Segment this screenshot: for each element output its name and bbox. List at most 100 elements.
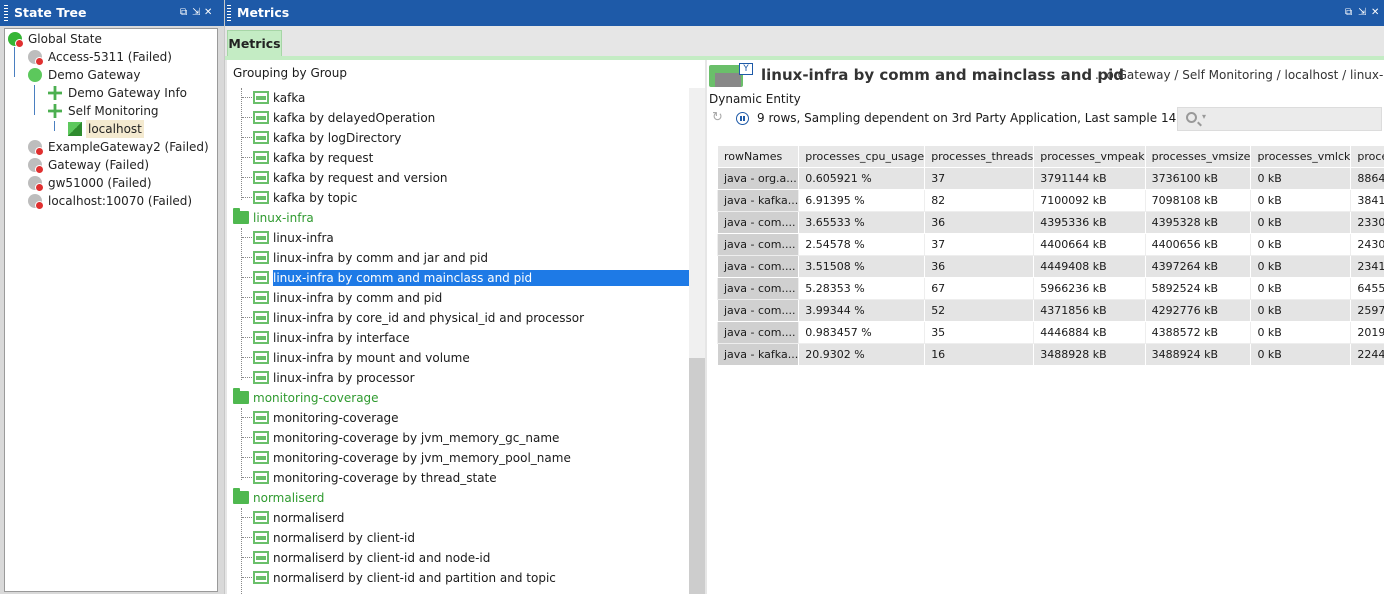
- list-item[interactable]: monitoring-coverage by thread_state: [227, 468, 705, 488]
- table-cell[interactable]: 0 kB: [1250, 343, 1352, 366]
- list-item[interactable]: kafka by request: [227, 148, 705, 168]
- table-cell[interactable]: 645524 k: [1350, 277, 1384, 300]
- list-item-selected[interactable]: linux-infra by comm and mainclass and pi…: [227, 268, 705, 288]
- table-cell[interactable]: 4446884 kB: [1033, 321, 1146, 344]
- table-cell[interactable]: 20.9302 %: [798, 343, 926, 366]
- table-cell[interactable]: 37: [924, 233, 1035, 256]
- table-cell[interactable]: 36: [924, 255, 1035, 278]
- table-cell[interactable]: 37: [924, 167, 1035, 190]
- table-cell[interactable]: 4400656 kB: [1144, 233, 1252, 256]
- list-item[interactable]: linux-infra by comm and pid: [227, 288, 705, 308]
- table-cell[interactable]: 7098108 kB: [1144, 189, 1252, 212]
- table-cell[interactable]: 0 kB: [1250, 321, 1352, 344]
- table-cell[interactable]: 4395328 kB: [1144, 211, 1252, 234]
- table-cell[interactable]: 88644 kB: [1350, 167, 1384, 190]
- table-row[interactable]: java - kafka... 6.91395 % 82 7100092 kB 7098…: [716, 189, 1384, 212]
- table-cell[interactable]: 0 kB: [1250, 211, 1352, 234]
- table-cell[interactable]: 35: [924, 321, 1035, 344]
- state-tree[interactable]: Global State Access-5311 (Failed) Demo G…: [4, 28, 218, 592]
- table-cell[interactable]: 52: [924, 299, 1035, 322]
- list-item[interactable]: monitoring-coverage by jvm_memory_gc_nam…: [227, 428, 705, 448]
- list-item[interactable]: kafka: [227, 88, 705, 108]
- float-icon[interactable]: ⧉: [1345, 0, 1352, 26]
- table-row[interactable]: java - com.... 3.65533 % 36 4395336 kB 43953…: [716, 211, 1384, 234]
- table-cell[interactable]: 3.51508 %: [798, 255, 926, 278]
- list-item[interactable]: monitoring-coverage by jvm_memory_pool_n…: [227, 448, 705, 468]
- table-cell[interactable]: 4395336 kB: [1033, 211, 1146, 234]
- chevron-down-icon[interactable]: ▾: [1202, 112, 1206, 121]
- list-item[interactable]: normaliserd by client-id: [227, 528, 705, 548]
- table-cell[interactable]: 0 kB: [1250, 299, 1352, 322]
- table-cell[interactable]: 233088 k: [1350, 211, 1384, 234]
- list-item[interactable]: linux-infra by comm and jar and pid: [227, 248, 705, 268]
- column-header[interactable]: processes_vmlck: [1250, 145, 1352, 168]
- list-item[interactable]: normaliserd: [227, 508, 705, 528]
- table-cell[interactable]: 243036 k: [1350, 233, 1384, 256]
- table-cell[interactable]: 0 kB: [1250, 189, 1352, 212]
- scrollbar-thumb[interactable]: [689, 358, 705, 594]
- table-cell[interactable]: 3488928 kB: [1033, 343, 1146, 366]
- table-row[interactable]: java - com.... 0.983457 % 35 4446884 kB 4388…: [716, 321, 1384, 344]
- column-header[interactable]: processes_vmpeak: [1033, 145, 1146, 168]
- table-cell[interactable]: 4449408 kB: [1033, 255, 1146, 278]
- table-cell[interactable]: 67: [924, 277, 1035, 300]
- list-item[interactable]: linux-infra by mount and volume: [227, 348, 705, 368]
- row-name-cell[interactable]: java - org.a...: [716, 167, 800, 190]
- table-cell[interactable]: 3.99344 %: [798, 299, 926, 322]
- table-row[interactable]: java - com.... 2.54578 % 37 4400664 kB 44006…: [716, 233, 1384, 256]
- search-input[interactable]: ▾: [1177, 107, 1382, 131]
- refresh-icon[interactable]: ↻: [712, 111, 726, 125]
- table-cell[interactable]: 2.54578 %: [798, 233, 926, 256]
- table-cell[interactable]: 6.91395 %: [798, 189, 926, 212]
- drag-grip-icon[interactable]: [4, 5, 8, 21]
- table-cell[interactable]: 0 kB: [1250, 255, 1352, 278]
- table-cell[interactable]: 234100 k: [1350, 255, 1384, 278]
- group-normaliserd[interactable]: normaliserd: [227, 488, 705, 508]
- table-cell[interactable]: 4371856 kB: [1033, 299, 1146, 322]
- table-row[interactable]: java - com.... 3.99344 % 52 4371856 kB 42927…: [716, 299, 1384, 322]
- row-name-cell[interactable]: java - kafka...: [716, 343, 800, 366]
- table-cell[interactable]: 36: [924, 211, 1035, 234]
- table-cell[interactable]: 5966236 kB: [1033, 277, 1146, 300]
- grouping-list[interactable]: Grouping by Group kafka kafka by delayed…: [227, 60, 705, 594]
- list-item[interactable]: kafka by request and version: [227, 168, 705, 188]
- filter-icon[interactable]: Y: [739, 63, 753, 75]
- table-cell[interactable]: 5892524 kB: [1144, 277, 1252, 300]
- list-item[interactable]: linux-infra by processor: [227, 368, 705, 388]
- table-cell[interactable]: 3736100 kB: [1144, 167, 1252, 190]
- row-name-cell[interactable]: java - com....: [716, 299, 800, 322]
- column-header[interactable]: processe: [1350, 145, 1384, 168]
- column-header[interactable]: processes_cpu_usage: [798, 145, 926, 168]
- table-row[interactable]: java - kafka... 20.9302 % 16 3488928 kB 3488…: [716, 343, 1384, 366]
- table-cell[interactable]: 5.28353 %: [798, 277, 926, 300]
- dock-icon[interactable]: ⇲: [1358, 0, 1366, 26]
- close-icon[interactable]: ✕: [1371, 0, 1379, 26]
- table-row[interactable]: java - com.... 3.51508 % 36 4449408 kB 43972…: [716, 255, 1384, 278]
- table-cell[interactable]: 384136 k: [1350, 189, 1384, 212]
- table-cell[interactable]: 82: [924, 189, 1035, 212]
- group-monitoring-coverage[interactable]: monitoring-coverage: [227, 388, 705, 408]
- table-cell[interactable]: 0.605921 %: [798, 167, 926, 190]
- table-cell[interactable]: 4388572 kB: [1144, 321, 1252, 344]
- list-scrollbar[interactable]: [689, 88, 705, 594]
- table-cell[interactable]: 0 kB: [1250, 277, 1352, 300]
- table-cell[interactable]: 3.65533 %: [798, 211, 926, 234]
- group-linux-infra[interactable]: linux-infra: [227, 208, 705, 228]
- row-name-cell[interactable]: java - com....: [716, 211, 800, 234]
- table-cell[interactable]: 0 kB: [1250, 167, 1352, 190]
- row-name-cell[interactable]: java - kafka...: [716, 189, 800, 212]
- list-item[interactable]: linux-infra by core_id and physical_id a…: [227, 308, 705, 328]
- table-cell[interactable]: 3488924 kB: [1144, 343, 1252, 366]
- list-item[interactable]: monitoring-coverage: [227, 408, 705, 428]
- table-cell[interactable]: 4400664 kB: [1033, 233, 1146, 256]
- pause-icon[interactable]: [736, 112, 749, 125]
- table-cell[interactable]: 259744 k: [1350, 299, 1384, 322]
- table-cell[interactable]: 0.983457 %: [798, 321, 926, 344]
- table-cell[interactable]: 201988 k: [1350, 321, 1384, 344]
- list-item[interactable]: kafka by delayedOperation: [227, 108, 705, 128]
- table-row[interactable]: java - com.... 5.28353 % 67 5966236 kB 58925…: [716, 277, 1384, 300]
- column-header[interactable]: processes_threads: [924, 145, 1035, 168]
- list-item[interactable]: linux-infra: [227, 228, 705, 248]
- table-cell[interactable]: 7100092 kB: [1033, 189, 1146, 212]
- row-name-cell[interactable]: java - com....: [716, 277, 800, 300]
